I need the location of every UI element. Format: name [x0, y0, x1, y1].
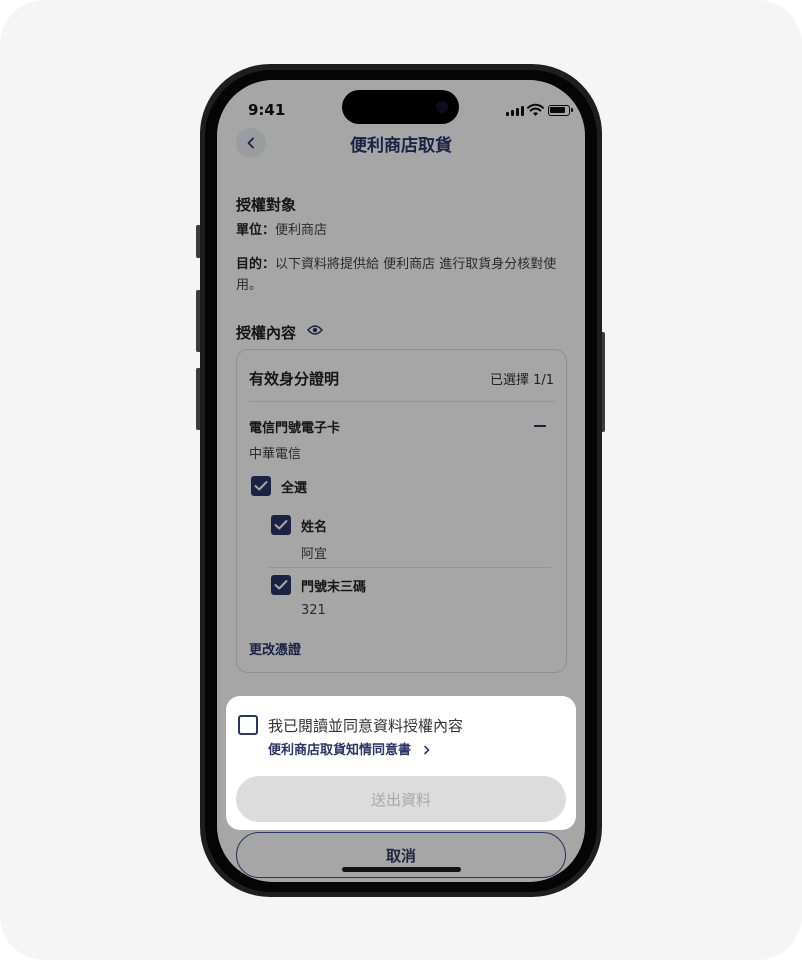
consent-sheet: 我已閱讀並同意資料授權內容 便利商店取貨知情同意書 送出資料: [226, 696, 576, 830]
page-background: 9:41 便利商店取貨 授權對象 單位：便利商店 目的：以下資料將提供給 便利商…: [0, 0, 802, 960]
chevron-right-icon: [423, 745, 429, 755]
home-indicator: [342, 867, 461, 872]
consent-document-link[interactable]: 便利商店取貨知情同意書: [268, 739, 432, 758]
consent-label: 我已閱讀並同意資料授權內容: [268, 717, 464, 735]
consent-document-link-text: 便利商店取貨知情同意書: [268, 743, 412, 758]
phone-screen: 9:41 便利商店取貨 授權對象 單位：便利商店 目的：以下資料將提供給 便利商…: [217, 80, 585, 882]
submit-button[interactable]: 送出資料: [236, 776, 566, 822]
consent-checkbox[interactable]: [238, 715, 258, 735]
